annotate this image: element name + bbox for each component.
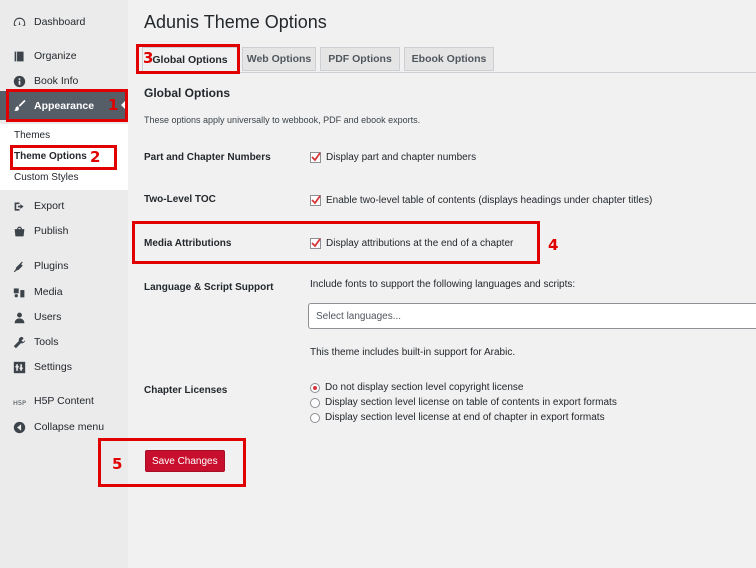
languages-select-placeholder: Select languages... bbox=[316, 310, 402, 322]
nav-export-label: Export bbox=[34, 200, 65, 212]
nav-users[interactable]: Users bbox=[0, 306, 128, 328]
annotation-number-5: 5 bbox=[112, 455, 123, 473]
collapse-menu[interactable]: Collapse menu bbox=[0, 416, 128, 438]
nav-settings[interactable]: Settings bbox=[0, 356, 128, 378]
nav-tools-label: Tools bbox=[34, 336, 59, 348]
nav-export[interactable]: Export bbox=[0, 195, 128, 217]
arabic-support-note: This theme includes built-in support for… bbox=[310, 347, 516, 358]
section-description: These options apply universally to webbo… bbox=[144, 115, 421, 125]
annotation-number-4: 4 bbox=[548, 236, 559, 254]
tab-ebook-options[interactable]: Ebook Options bbox=[404, 47, 494, 71]
settings-icon bbox=[11, 359, 27, 375]
collapse-icon bbox=[11, 419, 27, 435]
checkmark-icon bbox=[311, 152, 321, 162]
annotation-box-media bbox=[132, 221, 540, 264]
dashboard-icon bbox=[11, 14, 27, 30]
row-label-language: Language & Script Support bbox=[144, 282, 274, 293]
page-title: Adunis Theme Options bbox=[144, 12, 327, 32]
license-option-none-text: Do not display section level copyright l… bbox=[325, 382, 524, 393]
nav-media-label: Media bbox=[34, 286, 63, 298]
nav-book-info-label: Book Info bbox=[34, 75, 79, 87]
nav-publish-label: Publish bbox=[34, 225, 69, 237]
users-icon bbox=[11, 309, 27, 325]
nav-organize-label: Organize bbox=[34, 50, 77, 62]
language-intro: Include fonts to support the following l… bbox=[310, 279, 576, 290]
export-icon bbox=[11, 198, 27, 214]
license-radio-toc[interactable] bbox=[310, 397, 320, 408]
nav-media[interactable]: Media bbox=[0, 281, 128, 303]
submenu-themes[interactable]: Themes bbox=[14, 130, 50, 141]
row-label-licenses: Chapter Licenses bbox=[144, 385, 228, 396]
media-icon bbox=[11, 284, 27, 300]
annotation-number-1: 1 bbox=[108, 96, 119, 114]
license-radio-none[interactable] bbox=[310, 382, 320, 393]
nav-dashboard[interactable]: Dashboard bbox=[0, 11, 128, 33]
nav-tools[interactable]: Tools bbox=[0, 331, 128, 353]
nav-users-label: Users bbox=[34, 311, 62, 323]
info-icon bbox=[11, 73, 27, 89]
nav-dashboard-label: Dashboard bbox=[34, 16, 86, 28]
license-option-toc-text: Display section level license on table o… bbox=[325, 397, 617, 408]
checkmark-icon bbox=[311, 195, 321, 205]
submenu-custom-styles[interactable]: Custom Styles bbox=[14, 172, 78, 183]
toc-checkbox[interactable] bbox=[310, 195, 321, 206]
license-option-toc[interactable]: Display section level license on table o… bbox=[310, 397, 617, 408]
nav-plugins[interactable]: Plugins bbox=[0, 255, 128, 277]
nav-organize[interactable]: Organize bbox=[0, 45, 128, 67]
option-numbers-text: Display part and chapter numbers bbox=[326, 152, 477, 163]
license-option-chapter-end-text: Display section level license at end of … bbox=[325, 412, 605, 423]
tab-pdf-options[interactable]: PDF Options bbox=[320, 47, 400, 71]
nav-h5p-content[interactable]: H5P H5P Content bbox=[0, 390, 128, 412]
nav-publish[interactable]: Publish bbox=[0, 220, 128, 242]
tab-web-options[interactable]: Web Options bbox=[242, 47, 316, 71]
tools-icon bbox=[11, 334, 27, 350]
numbers-checkbox[interactable] bbox=[310, 152, 321, 163]
annotation-number-3: 3 bbox=[143, 49, 154, 67]
row-label-toc: Two-Level TOC bbox=[144, 194, 216, 205]
annotation-box-theme-options bbox=[10, 145, 117, 170]
h5p-icon: H5P bbox=[11, 393, 27, 409]
book-icon bbox=[11, 48, 27, 64]
plugins-icon bbox=[11, 258, 27, 274]
languages-select[interactable]: Select languages... bbox=[308, 303, 756, 329]
license-radio-chapter-end[interactable] bbox=[310, 412, 320, 423]
row-label-numbers: Part and Chapter Numbers bbox=[144, 152, 271, 163]
nav-h5p-content-label: H5P Content bbox=[34, 395, 94, 407]
section-title: Global Options bbox=[144, 86, 230, 100]
option-numbers[interactable]: Display part and chapter numbers bbox=[310, 152, 476, 163]
svg-text:H5P: H5P bbox=[13, 398, 26, 406]
nav-settings-label: Settings bbox=[34, 361, 72, 373]
store-icon bbox=[11, 223, 27, 239]
option-toc-text: Enable two-level table of contents (disp… bbox=[326, 195, 653, 206]
collapse-menu-label: Collapse menu bbox=[34, 421, 105, 433]
annotation-number-2: 2 bbox=[90, 148, 101, 166]
option-toc[interactable]: Enable two-level table of contents (disp… bbox=[310, 195, 652, 206]
license-option-none[interactable]: Do not display section level copyright l… bbox=[310, 382, 523, 393]
license-option-chapter-end[interactable]: Display section level license at end of … bbox=[310, 412, 605, 423]
nav-plugins-label: Plugins bbox=[34, 260, 69, 272]
